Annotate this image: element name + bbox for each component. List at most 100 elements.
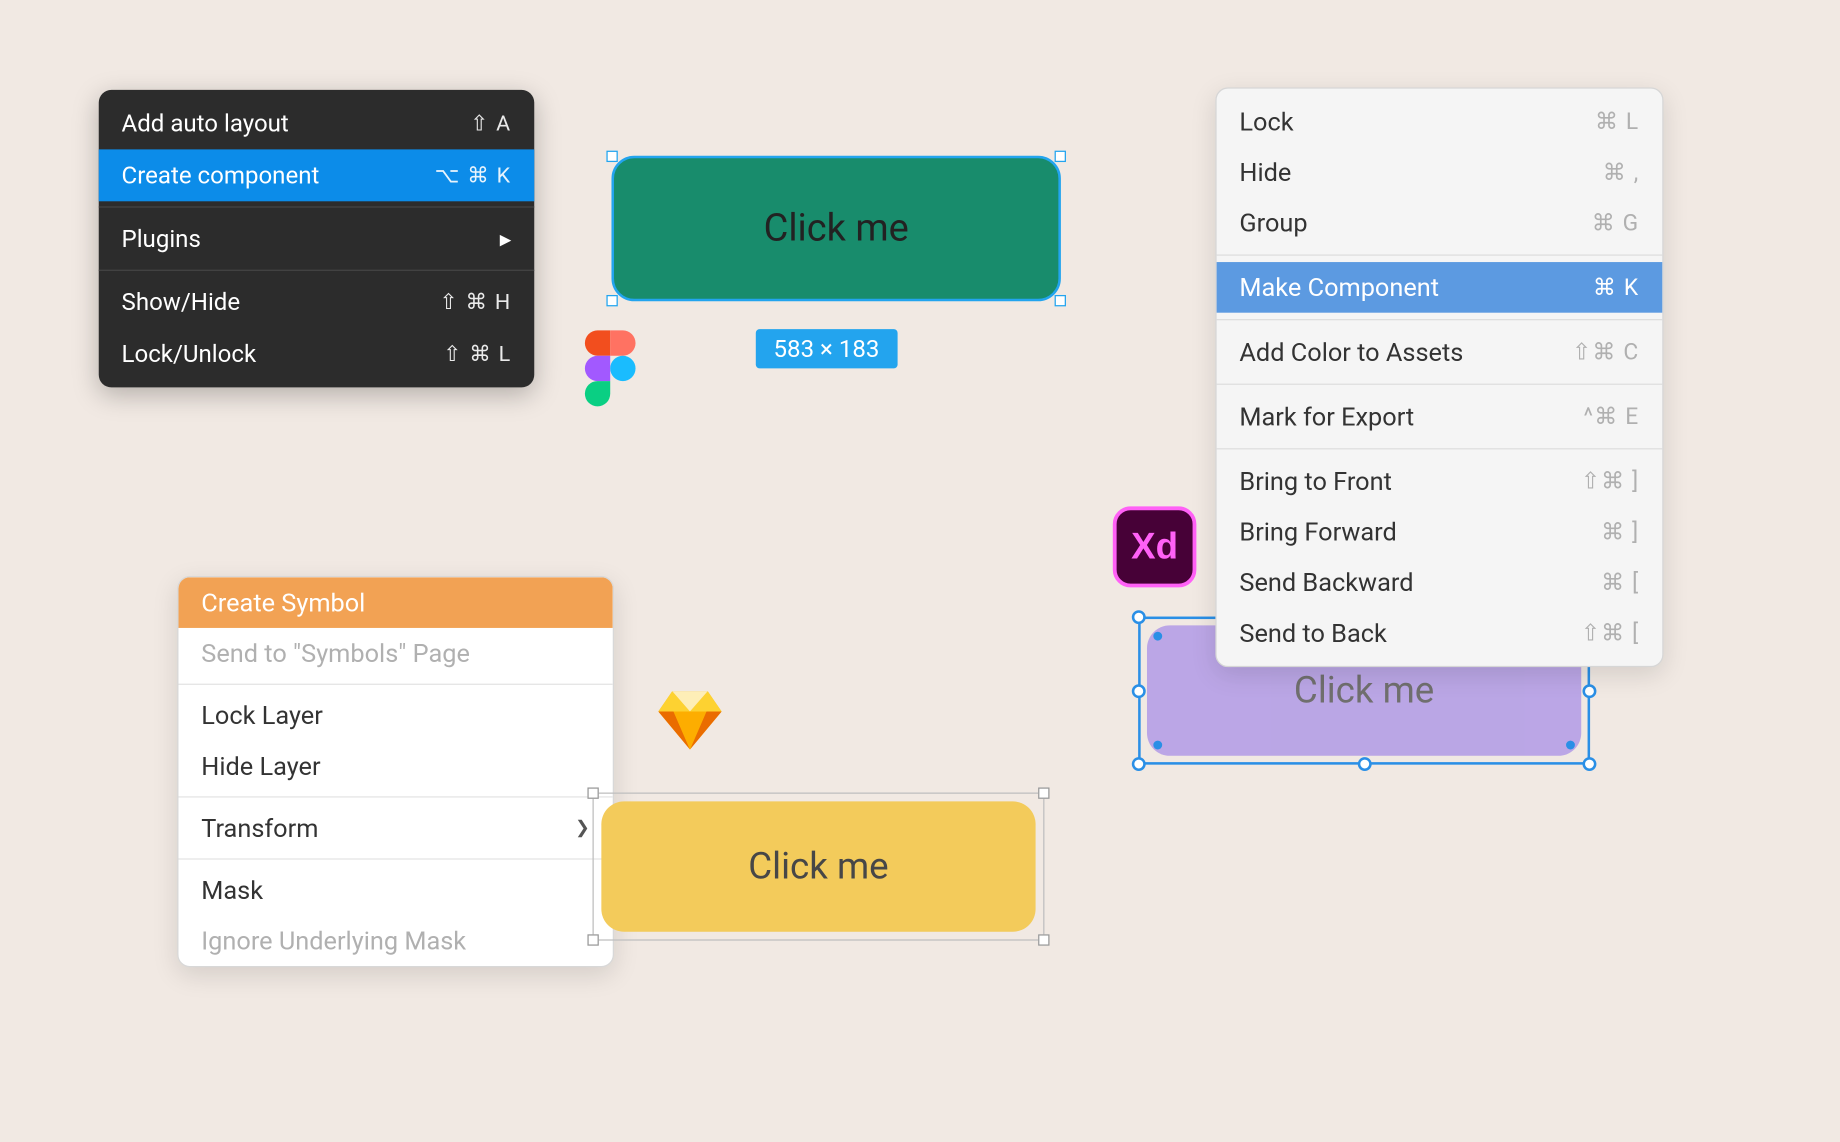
selection-handle[interactable] [606,151,617,162]
menu-item-make-component[interactable]: Make Component ⌘ K [1217,262,1663,313]
menu-item-label: Plugins [122,224,201,253]
menu-item-shortcut: ⇧⌘ ] [1581,468,1640,495]
menu-item-hide[interactable]: Hide ⌘ , [1217,147,1663,198]
menu-item-create-symbol[interactable]: Create Symbol [179,577,613,628]
menu-separator [179,858,613,859]
menu-item-label: Send to Back [1239,618,1386,648]
menu-item-shortcut: ⌘ [ [1601,569,1639,596]
selection-handle[interactable] [1132,610,1146,624]
menu-item-label: Send Backward [1239,567,1413,597]
menu-item-label: Create component [122,161,320,190]
menu-item-label: Bring Forward [1239,517,1396,547]
selection-handle[interactable] [1132,684,1146,698]
menu-item-label: Create Symbol [201,587,365,617]
menu-item-show-hide[interactable]: Show/Hide ⇧ ⌘ H [99,276,535,328]
menu-item-transform[interactable]: Transform ❯ [179,803,613,854]
menu-item-add-auto-layout[interactable]: Add auto layout ⇧ A [99,97,535,149]
menu-item-label: Show/Hide [122,287,241,316]
menu-item-label: Make Component [1239,272,1439,302]
xd-context-menu: Lock ⌘ L Hide ⌘ , Group ⌘ G Make Compone… [1215,87,1663,667]
selection-handle[interactable] [1038,787,1049,798]
menu-separator [1217,448,1663,449]
selection-handle[interactable] [606,295,617,306]
chevron-right-icon: ❯ [575,818,590,838]
menu-item-add-color[interactable]: Add Color to Assets ⇧⌘ C [1217,327,1663,378]
menu-item-label: Mark for Export [1239,401,1414,431]
menu-item-label: Send to "Symbols" Page [201,638,470,668]
menu-item-lock-layer[interactable]: Lock Layer [179,690,613,741]
menu-separator [99,206,535,207]
corner-radius-handle[interactable] [1566,741,1575,750]
sketch-logo-icon [658,691,721,749]
menu-item-label: Bring to Front [1239,466,1391,496]
sketch-context-menu: Create Symbol Send to "Symbols" Page Loc… [177,576,614,967]
menu-item-plugins[interactable]: Plugins ▶ [99,213,535,265]
corner-radius-handle[interactable] [1153,741,1162,750]
menu-item-shortcut: ⇧ A [470,111,511,136]
menu-item-shortcut: ⌘ K [1593,274,1640,301]
menu-separator [1217,384,1663,385]
menu-separator [99,270,535,271]
menu-item-label: Add Color to Assets [1239,337,1463,367]
menu-item-label: Lock/Unlock [122,339,257,368]
selection-handle[interactable] [1038,934,1049,945]
selection-handle[interactable] [1357,757,1371,771]
selection-handle[interactable] [1132,757,1146,771]
chevron-right-icon: ▶ [500,230,512,248]
menu-item-bring-front[interactable]: Bring to Front ⇧⌘ ] [1217,456,1663,507]
logo-text: Xd [1131,526,1178,568]
selection-handle[interactable] [1055,151,1066,162]
menu-separator [179,684,613,685]
menu-item-shortcut: ^⌘ E [1583,403,1639,430]
adobe-xd-logo-icon: Xd [1113,506,1197,587]
menu-item-mask[interactable]: Mask [179,865,613,916]
menu-item-mark-export[interactable]: Mark for Export ^⌘ E [1217,391,1663,442]
menu-item-label: Hide Layer [201,751,320,781]
menu-item-shortcut: ⇧⌘ [ [1581,620,1640,647]
menu-separator [179,796,613,797]
menu-item-label: Transform [201,813,318,843]
button-label: Click me [764,206,909,250]
selection-handle[interactable] [587,787,598,798]
sketch-selected-button[interactable]: Click me [601,801,1035,931]
menu-item-send-to-symbols: Send to "Symbols" Page [179,628,613,679]
menu-separator [1217,254,1663,255]
menu-item-send-back[interactable]: Send to Back ⇧⌘ [ [1217,608,1663,659]
menu-item-lock-unlock[interactable]: Lock/Unlock ⇧ ⌘ L [99,328,535,380]
menu-item-bring-forward[interactable]: Bring Forward ⌘ ] [1217,506,1663,557]
selection-handle[interactable] [1583,684,1597,698]
menu-item-send-backward[interactable]: Send Backward ⌘ [ [1217,557,1663,608]
menu-item-label: Lock Layer [201,700,322,730]
menu-item-shortcut: ⌘ L [1595,108,1640,135]
menu-item-group[interactable]: Group ⌘ G [1217,197,1663,248]
selection-dimensions-badge: 583 × 183 [756,329,897,368]
menu-item-shortcut: ⌘ , [1603,159,1640,186]
menu-item-shortcut: ⇧ ⌘ L [443,341,511,366]
menu-item-label: Hide [1239,157,1291,187]
menu-item-label: Ignore Underlying Mask [201,925,466,955]
selection-handle[interactable] [1583,757,1597,771]
button-label: Click me [748,845,888,888]
figma-logo-icon [585,330,636,406]
corner-radius-handle[interactable] [1153,632,1162,641]
menu-item-create-component[interactable]: Create component ⌥ ⌘ K [99,149,535,201]
figma-context-menu: Add auto layout ⇧ A Create component ⌥ ⌘… [99,90,535,388]
menu-item-label: Group [1239,208,1307,238]
menu-item-label: Lock [1239,106,1293,136]
menu-separator [1217,319,1663,320]
menu-item-ignore-mask: Ignore Underlying Mask [179,915,613,966]
menu-item-hide-layer[interactable]: Hide Layer [179,741,613,792]
menu-item-shortcut: ⌘ ] [1601,518,1639,545]
menu-item-label: Mask [201,875,263,905]
selection-handle[interactable] [587,934,598,945]
menu-item-shortcut: ⌥ ⌘ K [435,163,512,188]
selection-handle[interactable] [1055,295,1066,306]
menu-item-lock[interactable]: Lock ⌘ L [1217,96,1663,147]
menu-item-shortcut: ⌘ G [1592,210,1640,237]
button-label: Click me [1294,669,1434,712]
menu-item-shortcut: ⇧ ⌘ H [440,289,512,314]
menu-item-label: Add auto layout [122,109,289,138]
figma-selected-button[interactable]: Click me [611,156,1060,302]
menu-item-shortcut: ⇧⌘ C [1572,339,1639,366]
sketch-selection-box[interactable]: Click me [592,793,1044,941]
